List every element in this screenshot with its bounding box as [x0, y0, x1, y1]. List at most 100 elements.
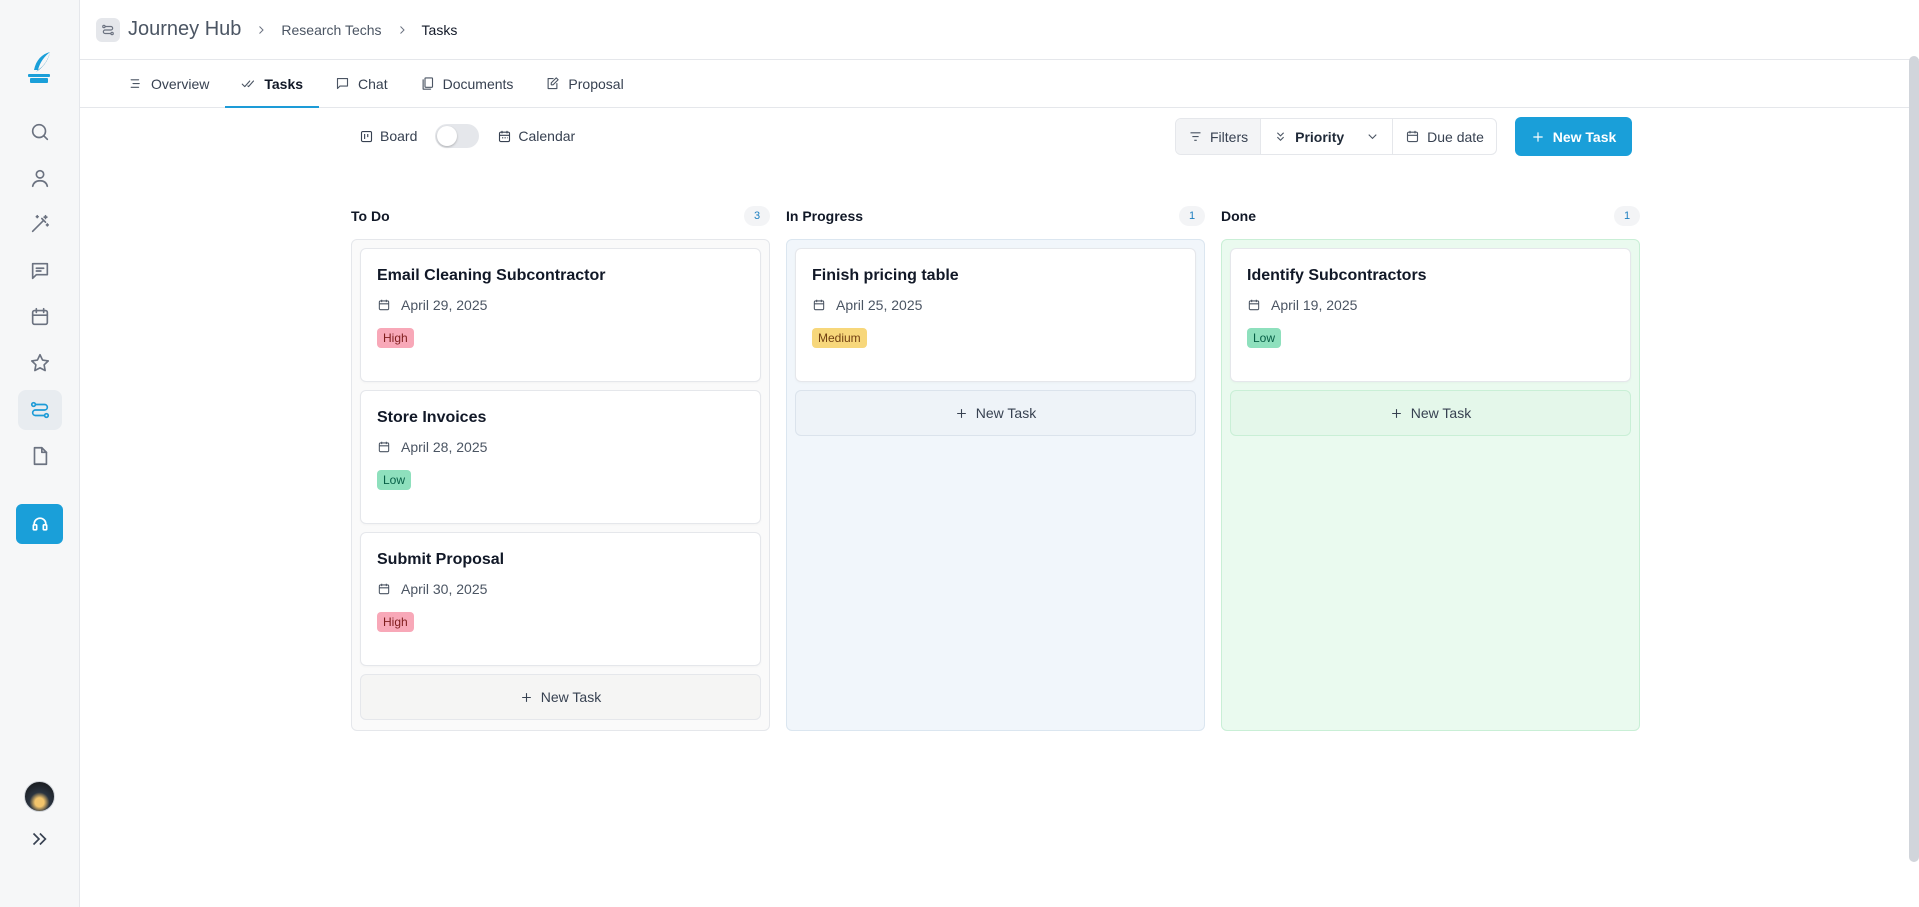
- user-icon: [31, 169, 49, 188]
- priority-badge: Low: [377, 470, 412, 490]
- check-double-icon: [242, 80, 255, 88]
- column-title: To Do: [351, 208, 390, 224]
- task-card[interactable]: Identify Subcontractors April 19, 2025 L…: [1230, 248, 1631, 382]
- column-new-task-label: New Task: [1410, 405, 1472, 421]
- calendar-view-option[interactable]: Calendar: [497, 128, 575, 144]
- plus-icon: [521, 692, 531, 702]
- chevron-right-icon: [255, 24, 267, 36]
- breadcrumb-tasks: Tasks: [421, 21, 458, 38]
- chevrons-right-icon: [32, 832, 47, 846]
- priority-label: Priority: [1295, 128, 1345, 145]
- filter-icon: [1190, 132, 1201, 141]
- sidebar-documents[interactable]: [18, 436, 62, 476]
- column-header-todo: To Do 3: [351, 206, 770, 226]
- tab-overview[interactable]: Overview: [112, 60, 225, 107]
- task-card[interactable]: Store Invoices April 28, 2025 Low: [360, 390, 761, 524]
- column-new-task-label: New Task: [975, 405, 1037, 421]
- hub-icon: [96, 17, 120, 42]
- board-label: Board: [380, 128, 418, 144]
- priority-badge: Medium: [812, 328, 867, 348]
- search-icon: [31, 123, 49, 141]
- new-task-button[interactable]: New Task: [1515, 117, 1632, 156]
- sidebar-calendar[interactable]: [18, 297, 62, 337]
- task-card[interactable]: Finish pricing table April 25, 2025 Medi…: [795, 248, 1196, 382]
- calendar-icon: [813, 299, 825, 311]
- sidebar-contacts[interactable]: [18, 158, 62, 198]
- column-title: Done: [1221, 208, 1256, 224]
- calendar-label: Calendar: [518, 128, 576, 144]
- page-scrollbar[interactable]: [1909, 56, 1919, 862]
- priority-badge: High: [377, 612, 414, 632]
- filters-button[interactable]: Filters: [1176, 119, 1262, 154]
- expand-sidebar-button[interactable]: [28, 828, 50, 850]
- priority-badge: High: [377, 328, 414, 348]
- tab-bar: Overview Tasks Chat Documents Proposal: [80, 60, 1919, 108]
- due-date-button[interactable]: Due date: [1393, 119, 1496, 154]
- plus-icon: [1533, 131, 1543, 142]
- column-new-task-button[interactable]: New Task: [795, 390, 1196, 436]
- priority-dropdown[interactable]: Priority: [1261, 119, 1394, 154]
- feather-logo-icon[interactable]: [24, 50, 54, 84]
- sidebar-messages[interactable]: [18, 251, 62, 291]
- sidebar: [0, 0, 80, 907]
- task-date-text: April 30, 2025: [401, 581, 488, 597]
- support-button[interactable]: [16, 504, 63, 544]
- task-card[interactable]: Submit Proposal April 30, 2025 High: [360, 532, 761, 666]
- filter-group: Filters Priority Due date: [1175, 118, 1497, 155]
- plus-icon: [1391, 408, 1401, 418]
- chevrons-down-icon: [1277, 132, 1285, 142]
- documents-icon: [422, 77, 433, 90]
- calendar-icon: [378, 441, 390, 453]
- sidebar-favorites[interactable]: [18, 343, 62, 383]
- chevron-down-icon: [1368, 134, 1377, 140]
- task-date-text: April 19, 2025: [1271, 297, 1358, 313]
- tab-tasks[interactable]: Tasks: [225, 60, 319, 108]
- list-icon: [130, 79, 140, 88]
- task-date-text: April 28, 2025: [401, 439, 488, 455]
- task-due-date: April 19, 2025: [1247, 297, 1614, 313]
- chat-icon: [336, 77, 349, 90]
- task-due-date: April 25, 2025: [812, 297, 1179, 313]
- filters-label: Filters: [1210, 128, 1249, 145]
- view-switch[interactable]: [435, 124, 480, 148]
- task-date-text: April 25, 2025: [836, 297, 923, 313]
- breadcrumb-research-techs[interactable]: Research Techs: [281, 22, 381, 38]
- column-new-task-button[interactable]: New Task: [1230, 390, 1631, 436]
- task-date-text: April 29, 2025: [401, 297, 488, 313]
- avatar[interactable]: [24, 781, 55, 812]
- task-card[interactable]: Email Cleaning Subcontractor April 29, 2…: [360, 248, 761, 382]
- board-view-option[interactable]: Board: [359, 128, 417, 144]
- star-icon: [30, 353, 50, 372]
- task-title: Email Cleaning Subcontractor: [377, 267, 606, 284]
- tab-label: Tasks: [264, 75, 304, 92]
- tab-proposal[interactable]: Proposal: [529, 60, 639, 107]
- tab-label: Overview: [151, 75, 210, 92]
- view-toggle: Board Calendar: [359, 124, 575, 148]
- tab-label: Proposal: [568, 75, 624, 92]
- page-title: Journey Hub: [128, 18, 242, 40]
- task-due-date: April 30, 2025: [377, 581, 744, 597]
- task-title: Finish pricing table: [812, 267, 959, 284]
- sidebar-search[interactable]: [18, 112, 62, 152]
- magic-wand-icon: [31, 214, 50, 233]
- column-count: 1: [1179, 206, 1205, 226]
- file-icon: [33, 446, 48, 466]
- column-new-task-button[interactable]: New Task: [360, 674, 761, 720]
- calendar-icon: [499, 130, 511, 142]
- tab-label: Chat: [358, 75, 388, 92]
- plus-icon: [956, 408, 966, 418]
- page-header: Journey Hub Research Techs Tasks: [80, 0, 1919, 60]
- board-icon: [360, 130, 373, 142]
- task-title: Identify Subcontractors: [1247, 267, 1427, 284]
- column-title: In Progress: [786, 208, 864, 224]
- calendar-icon: [378, 583, 390, 595]
- column-done: Identify Subcontractors April 19, 2025 L…: [1221, 239, 1640, 731]
- sidebar-journeys[interactable]: [18, 390, 62, 430]
- task-title: Store Invoices: [377, 409, 487, 426]
- tab-documents[interactable]: Documents: [404, 60, 530, 107]
- due-date-label: Due date: [1427, 128, 1484, 145]
- message-icon: [31, 262, 49, 280]
- sidebar-ai-tools[interactable]: [18, 204, 62, 244]
- task-title: Submit Proposal: [377, 551, 505, 568]
- tab-chat[interactable]: Chat: [319, 60, 404, 107]
